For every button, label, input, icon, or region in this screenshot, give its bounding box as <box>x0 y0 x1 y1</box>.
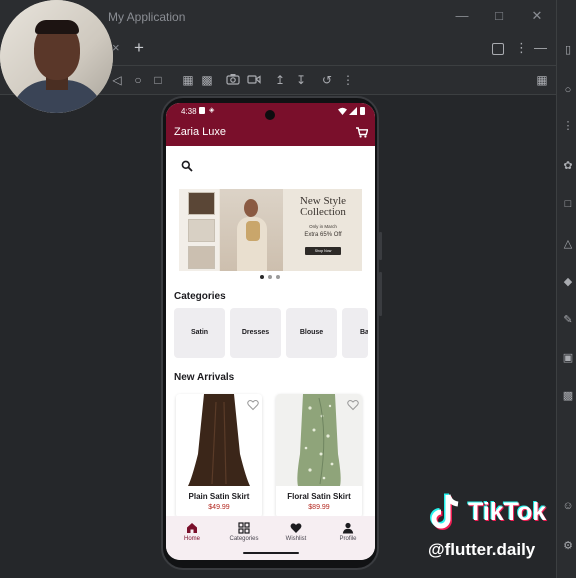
gesture-bar[interactable] <box>243 552 299 554</box>
battery-icon <box>360 107 365 115</box>
product-price: $89.99 <box>308 504 330 511</box>
expand-icon[interactable]: ▣ <box>562 352 574 364</box>
nav-label: Profile <box>339 536 357 542</box>
category-tile-satin[interactable]: Satin <box>174 308 225 358</box>
window-title: My Application <box>108 10 186 24</box>
nav-label: Wishlist <box>285 536 307 542</box>
carousel-dot[interactable] <box>268 275 272 279</box>
banner-thumbnail <box>188 192 215 215</box>
app-title: Zaria Luxe <box>174 126 226 138</box>
shop-now-button[interactable]: Shop Now <box>305 247 341 255</box>
banner-model-photo <box>220 189 283 271</box>
camera-icon[interactable] <box>226 73 240 87</box>
category-tile-dresses[interactable]: Dresses <box>230 308 281 358</box>
more-icon[interactable]: ⋮ <box>341 73 355 87</box>
banner-thumbnail <box>188 219 215 242</box>
branch-icon[interactable]: ⋮ <box>562 120 574 132</box>
power-button[interactable] <box>379 232 382 260</box>
volume-button[interactable] <box>379 272 382 316</box>
tiktok-wordmark: TikTok <box>468 498 547 526</box>
device-icon[interactable]: ▩ <box>200 73 214 87</box>
product-price: $49.99 <box>208 504 230 511</box>
product-card[interactable]: Plain Satin Skirt $49.99 <box>176 394 262 518</box>
maximize-icon[interactable]: □ <box>492 9 506 23</box>
upload-icon[interactable]: ↥ <box>273 73 287 87</box>
close-icon[interactable]: ✕ <box>530 9 544 23</box>
collapse-icon[interactable]: — <box>534 40 547 55</box>
notification-icon <box>199 107 205 114</box>
signal-icon <box>349 107 357 115</box>
carousel-dot-active[interactable] <box>260 275 264 279</box>
phone-screen: 4:38 ◈ Zaria Luxe New Style Collection O… <box>166 103 375 560</box>
wishlist-heart-icon[interactable] <box>247 399 259 411</box>
banner-title: New Style Collection <box>299 195 347 218</box>
front-camera <box>265 110 275 120</box>
video-icon[interactable] <box>247 73 261 87</box>
device-manager-icon[interactable]: ▦ <box>535 73 549 87</box>
tab-close-icon[interactable]: × <box>112 40 120 55</box>
banner-thumbnails <box>179 189 219 271</box>
webcam-overlay <box>0 0 113 113</box>
creator-handle: @flutter.daily <box>428 540 536 559</box>
tag-icon[interactable]: ◆ <box>562 276 574 288</box>
status-time: 4:38 <box>181 107 197 116</box>
home-icon[interactable]: ○ <box>131 73 145 87</box>
nav-label: Home <box>183 536 200 542</box>
home-icon <box>187 523 197 533</box>
webcam-hair <box>35 20 79 34</box>
settings-icon[interactable]: ⚙ <box>562 540 574 552</box>
nav-item-home[interactable]: Home <box>166 516 218 560</box>
rotate-icon[interactable]: ↺ <box>320 73 334 87</box>
bug-icon[interactable]: ✿ <box>562 160 574 172</box>
panel-icon[interactable]: ▩ <box>562 390 574 402</box>
tiktok-logo-icon <box>430 493 459 530</box>
banner-offer: Extra 65% Off <box>304 232 342 238</box>
device-icon[interactable]: ▯ <box>562 44 574 56</box>
new-arrivals-title: New Arrivals <box>174 372 235 383</box>
minimize-icon[interactable]: — <box>455 9 469 23</box>
model-bouquet <box>246 221 260 241</box>
account-icon[interactable]: ☺ <box>562 500 574 512</box>
person-icon <box>342 522 354 534</box>
more-options-icon[interactable]: ⋮ <box>515 40 528 56</box>
overview-icon[interactable]: □ <box>151 73 165 87</box>
nav-label: Categories <box>229 536 259 542</box>
flask-icon[interactable]: △ <box>562 238 574 250</box>
product-name: Floral Satin Skirt <box>287 492 351 501</box>
data-sync-icon: ◈ <box>209 107 215 114</box>
nav-item-profile[interactable]: Profile <box>322 516 374 560</box>
search-icon[interactable]: ○ <box>562 84 574 96</box>
product-name: Plain Satin Skirt <box>188 492 250 501</box>
product-card[interactable]: Floral Satin Skirt $89.99 <box>276 394 362 518</box>
banner-thumbnail <box>188 246 215 269</box>
banner-small-text: Only in March <box>309 224 337 229</box>
layout-icon[interactable]: □ <box>562 198 574 210</box>
search-icon[interactable] <box>181 160 193 172</box>
add-tab-button[interactable]: + <box>134 38 144 58</box>
category-tile-blouse[interactable]: Blouse <box>286 308 337 358</box>
cart-icon[interactable] <box>356 127 368 138</box>
grid-icon <box>238 522 250 534</box>
pencil-icon[interactable]: ✎ <box>562 314 574 326</box>
wishlist-heart-icon[interactable] <box>347 399 359 411</box>
promo-banner[interactable]: New Style Collection Only in March Extra… <box>179 189 362 271</box>
category-tile-partial[interactable]: Ba <box>342 308 368 358</box>
model-head <box>244 199 258 217</box>
heart-icon <box>290 523 302 533</box>
wifi-icon <box>338 107 347 115</box>
device-settings-icon[interactable]: ▦ <box>181 73 195 87</box>
carousel-dot[interactable] <box>276 275 280 279</box>
pip-icon[interactable] <box>492 43 504 55</box>
download-icon[interactable]: ↧ <box>294 73 308 87</box>
categories-title: Categories <box>174 291 226 302</box>
